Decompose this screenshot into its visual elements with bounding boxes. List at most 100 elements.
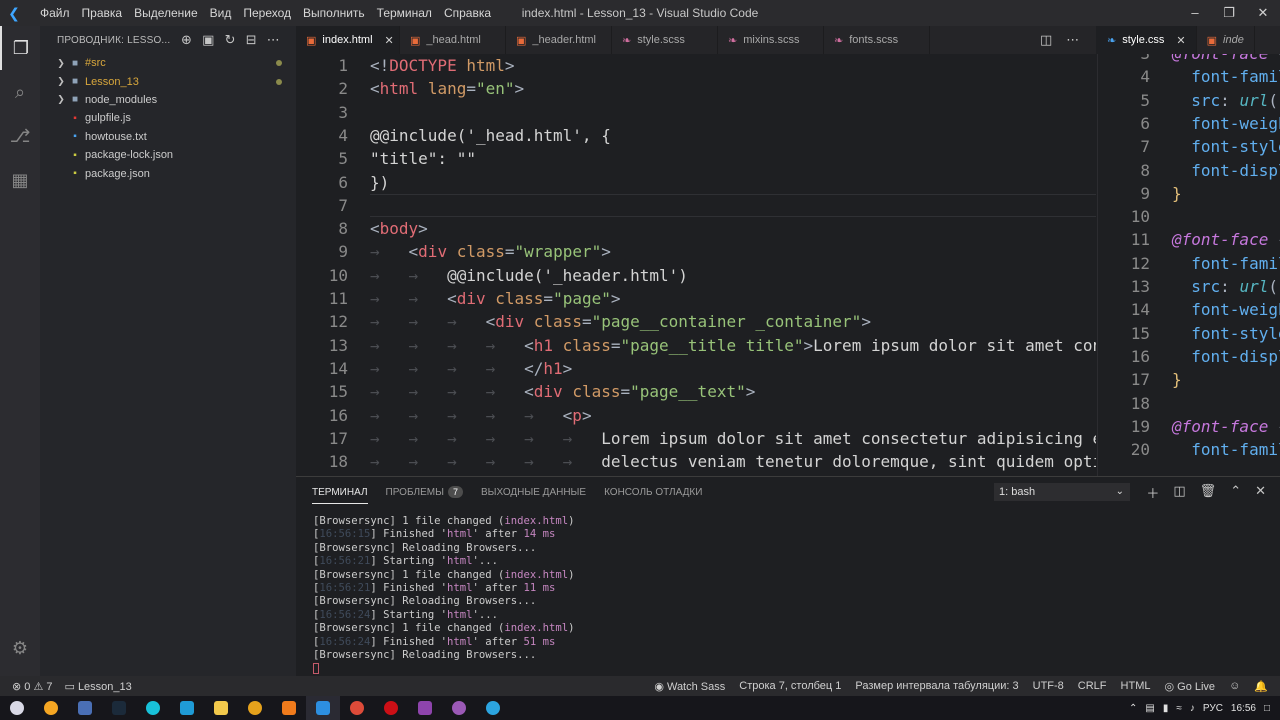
opera-icon[interactable] (374, 696, 408, 720)
tab-terminal[interactable]: ТЕРМИНАЛ (312, 481, 368, 504)
new-terminal-icon[interactable]: ＋ (1146, 483, 1159, 502)
maximize-panel-icon[interactable]: ⌃ (1230, 483, 1241, 502)
code-editor[interactable]: 1 <!DOCTYPE html> 2 <html lang="en"> 3 4 @@inc… (296, 54, 1096, 476)
sublime-icon[interactable] (272, 696, 306, 720)
watch-sass-button[interactable]: ◉ Watch Sass (654, 680, 725, 693)
menu-item[interactable]: Переход (237, 0, 297, 26)
music-icon[interactable] (442, 696, 476, 720)
source-control-icon[interactable]: ⎇ (0, 114, 40, 158)
line-code: → → @@include('_header.html') (370, 265, 688, 285)
modified-dot (276, 60, 282, 67)
clock[interactable]: 16:56 (1231, 703, 1256, 714)
file-icon: ▪ (73, 149, 77, 161)
new-folder-icon[interactable]: ▣ (202, 32, 214, 48)
tab-fonts-scss[interactable]: ❧ fonts.scss (824, 26, 930, 54)
trash-icon[interactable]: 🗑 (1200, 483, 1217, 502)
terminal-output[interactable]: [Browsersync] 1 file changed (index.html… (313, 515, 575, 676)
yandex-icon[interactable] (34, 696, 68, 720)
menu-item[interactable]: Выделение (128, 0, 204, 26)
chrome-colored-icon[interactable] (238, 696, 272, 720)
menu-item[interactable]: Правка (76, 0, 129, 26)
tree-folder[interactable]: ❯ ■ Lesson_13 (40, 72, 296, 90)
more-icon[interactable]: ⋯ (267, 32, 280, 48)
explorer-icon[interactable]: ❐ (0, 26, 40, 70)
menu-item[interactable]: Справка (438, 0, 497, 26)
gear-icon[interactable]: ⚙ (0, 626, 40, 670)
wifi-icon[interactable]: ≈ (1176, 703, 1182, 714)
tab-head-html[interactable]: ▣ _head.html (400, 26, 506, 54)
tab-debug-console[interactable]: КОНСОЛЬ ОТЛАДКИ (604, 487, 702, 498)
terminal-select[interactable]: 1: bash ⌄ (994, 483, 1130, 501)
editor-app-icon[interactable] (170, 696, 204, 720)
start-avatar-icon[interactable] (0, 696, 34, 720)
telegram-icon[interactable] (476, 696, 510, 720)
volume-icon[interactable]: ♪ (1190, 703, 1195, 714)
line-number: 5 (338, 149, 348, 169)
close-tab-icon[interactable]: ✕ (1176, 34, 1185, 47)
tab-problems[interactable]: ПРОБЛЕМЫ 7 (386, 486, 463, 498)
tab-index-html[interactable]: ▣ index.html ✕ (296, 26, 400, 54)
go-live-button[interactable]: ◎ Go Live (1164, 680, 1215, 693)
tab-label: style.scss (637, 34, 685, 46)
language-indicator[interactable]: РУС (1203, 703, 1223, 714)
tree-file[interactable]: ▪ package.json (40, 164, 296, 182)
extensions-icon[interactable]: ▦ (0, 158, 40, 202)
chrome-icon[interactable] (340, 696, 374, 720)
split-editor-icon[interactable]: ◫ (1040, 32, 1052, 48)
feedback-icon[interactable]: ☺ (1229, 680, 1240, 693)
minimize-icon[interactable]: – (1178, 0, 1212, 26)
maximize-icon[interactable]: ❐ (1212, 0, 1246, 26)
folder-status[interactable]: ▭ Lesson_13 (64, 680, 131, 693)
new-file-icon[interactable]: ⊕ (181, 32, 192, 48)
line-code: → → → → </h1> (370, 358, 573, 378)
tab-mixins-scss[interactable]: ❧ mixins.scss (718, 26, 824, 54)
split-code-editor[interactable]: 3@font-face {4 font-family5 src: url("6 … (1097, 54, 1280, 476)
terminal-app-icon[interactable] (102, 696, 136, 720)
split-tab[interactable]: ❧ style.css ✕ (1097, 26, 1197, 54)
tab-size[interactable]: Размер интервала табуляции: 3 (855, 680, 1018, 693)
git-icon[interactable] (408, 696, 442, 720)
split-tab[interactable]: ▣ inde (1197, 26, 1255, 54)
menu-item[interactable]: Вид (204, 0, 238, 26)
notifications-icon[interactable]: □ (1264, 703, 1270, 714)
code-line: 9 → <div class="wrapper"> (296, 240, 1096, 263)
tree-folder[interactable]: ❯ ■ #src (40, 54, 296, 72)
chevron-up-icon[interactable]: ⌃ (1129, 703, 1137, 714)
app-icon[interactable] (68, 696, 102, 720)
split-terminal-icon[interactable]: ◫ (1173, 483, 1185, 502)
search-icon[interactable]: ⌕ (0, 70, 40, 114)
code-line: 17 → → → → → → Lorem ipsum dolor sit amet… (296, 427, 1096, 450)
tree-item-label: node_modules (85, 93, 158, 106)
refresh-icon[interactable]: ↻ (225, 32, 236, 48)
tree-file[interactable]: ▪ gulpfile.js (40, 109, 296, 127)
chat-app-icon[interactable] (136, 696, 170, 720)
network-icon[interactable]: ▤ (1145, 703, 1154, 714)
tab-output[interactable]: ВЫХОДНЫЕ ДАННЫЕ (481, 487, 586, 498)
close-panel-icon[interactable]: ✕ (1255, 483, 1266, 502)
code-line: 11 @font-face { (1098, 228, 1280, 251)
tree-folder[interactable]: ❯ ■ node_modules (40, 91, 296, 109)
vscode-taskbar-icon[interactable] (306, 696, 340, 720)
menu-item[interactable]: Файл (34, 0, 76, 26)
modified-dot (276, 78, 282, 85)
encoding[interactable]: UTF-8 (1033, 680, 1064, 693)
problems-status[interactable]: ⊗ 0 ⚠ 7 (12, 680, 52, 693)
more-actions-icon[interactable]: ⋯ (1066, 32, 1079, 48)
code-line: 19 @font-face { (1098, 415, 1280, 438)
bell-icon[interactable]: 🔔 (1254, 680, 1268, 693)
folder-app-icon[interactable] (204, 696, 238, 720)
tree-file[interactable]: ▪ package-lock.json (40, 146, 296, 164)
tree-file[interactable]: ▪ howtouse.txt (40, 128, 296, 146)
line-number: 18 (328, 452, 348, 472)
battery-icon[interactable]: ▮ (1163, 703, 1169, 714)
menu-item[interactable]: Выполнить (297, 0, 371, 26)
menu-item[interactable]: Терминал (371, 0, 438, 26)
eol[interactable]: CRLF (1078, 680, 1107, 693)
collapse-all-icon[interactable]: ⊟ (246, 32, 257, 48)
tab-style-scss[interactable]: ❧ style.scss (612, 26, 718, 54)
close-icon[interactable]: ✕ (1246, 0, 1280, 26)
language-mode[interactable]: HTML (1121, 680, 1151, 693)
cursor-position[interactable]: Строка 7, столбец 1 (739, 680, 841, 693)
close-tab-icon[interactable]: ✕ (385, 34, 394, 47)
tab-header-html[interactable]: ▣ _header.html (506, 26, 612, 54)
